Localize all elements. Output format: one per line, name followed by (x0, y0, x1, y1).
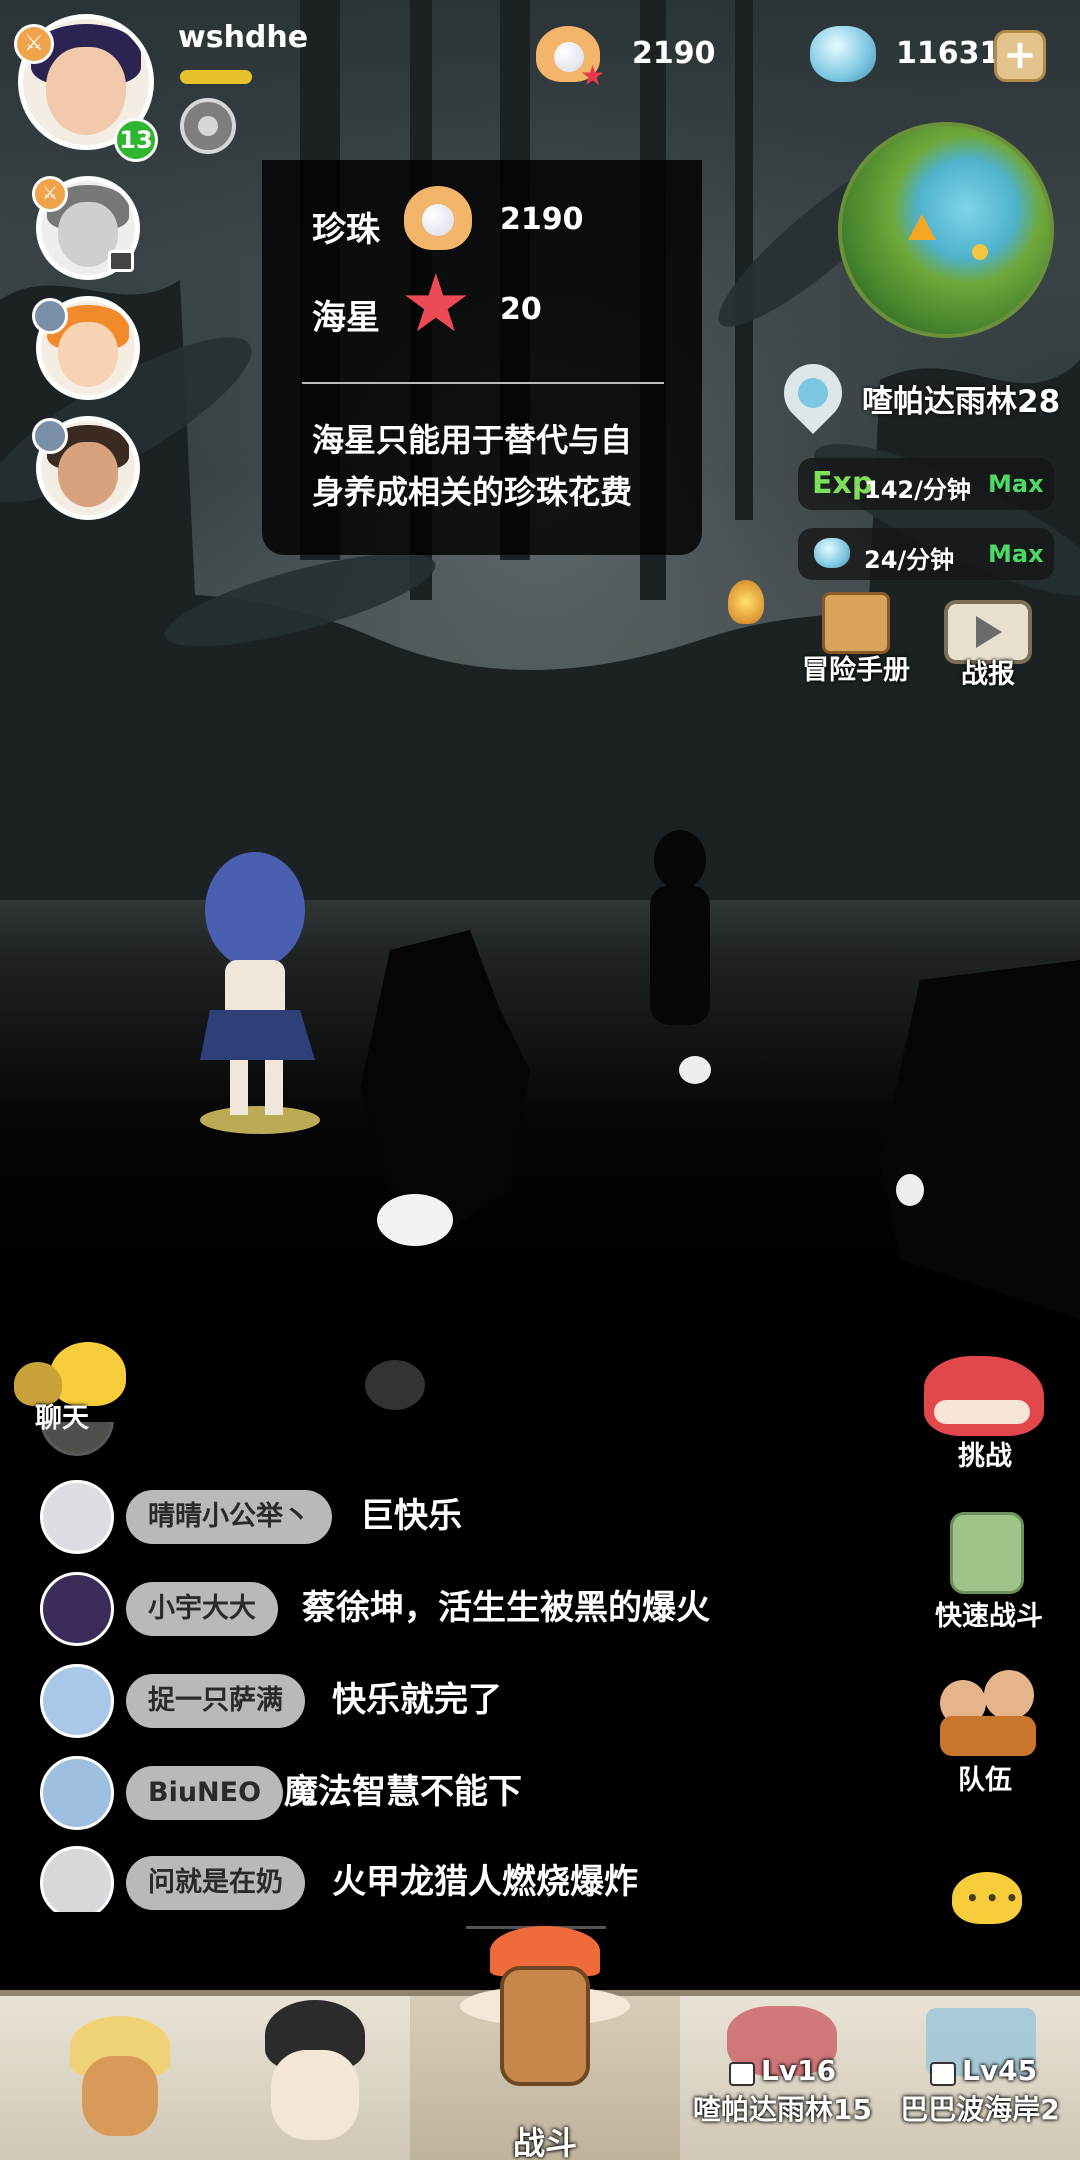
chat-avatar[interactable] (40, 1664, 114, 1738)
lock-icon (729, 2062, 755, 2086)
diamond-rate-value: 24/分钟 (864, 546, 955, 574)
chat-message-row: BiuNEO 魔法智慧不能下 (40, 1756, 900, 1836)
exp-rate-value: 142/分钟 (864, 476, 971, 504)
player-character[interactable] (180, 850, 340, 1140)
tiki-totem-icon (460, 1926, 630, 2116)
pearl-shell-icon[interactable]: ★ (536, 22, 606, 90)
chat-message-row: 捉一只萨满 快乐就完了 (40, 1664, 900, 1744)
chat-message-row: 问就是在奶 火甲龙猎人燃烧爆炸 (40, 1846, 900, 1912)
chat-text: 巨快乐 (360, 1496, 462, 1536)
chat-username[interactable]: 小宇大大 (126, 1582, 278, 1636)
pearl-shell-icon (404, 182, 476, 254)
chat-username[interactable]: 晴晴小公举丶 (126, 1490, 332, 1544)
pearl-count: 2190 (632, 36, 716, 71)
chat-message-row: 晴晴小公举丶 巨快乐 (40, 1480, 900, 1560)
chat-bubble-icon[interactable]: • • • (952, 1872, 1022, 1924)
diamond-rate-icon (814, 538, 850, 568)
shadow-ally-1 (360, 930, 530, 1246)
chat-avatar[interactable] (40, 1756, 114, 1830)
chat-username[interactable]: 捉一只萨满 (126, 1674, 305, 1728)
crossed-swords-icon: ⚔ (32, 176, 68, 212)
tooltip-description-line-1: 海星只能用于替代与自 (312, 421, 633, 459)
chat-username[interactable]: 问就是在奶 (126, 1856, 305, 1910)
chat-avatar[interactable] (40, 1572, 114, 1646)
battle-report-label: 战报 (961, 659, 1015, 690)
pearl-value: 2190 (500, 202, 584, 237)
currency-tooltip: 珍珠 2190 海星 ★ 20 海星只能用于替代与自 身养成相关的珍珠花费 (262, 160, 702, 555)
totem-icon (950, 1512, 1024, 1594)
shadow-fx-orb (365, 1360, 425, 1410)
starfish-icon: ★ (400, 257, 472, 350)
exp-max-label: Max (988, 470, 1044, 498)
tab-zone-locked-2[interactable]: Lv45 巴巴波海岸2 (880, 1996, 1080, 2160)
warrior-hero-icon (245, 2000, 385, 2150)
starfish-label: 海星 (312, 298, 380, 338)
chat-avatar[interactable] (40, 1846, 114, 1912)
quick-battle-button[interactable]: 快速战斗 (914, 1508, 1064, 1638)
handbook-icon (822, 592, 890, 654)
challenge-button[interactable]: 挑战 (910, 1346, 1060, 1476)
settings-gear-icon[interactable] (180, 98, 236, 154)
team-label: 队伍 (958, 1765, 1012, 1796)
challenge-label: 挑战 (958, 1441, 1012, 1472)
diamond-currency-icon[interactable] (810, 26, 876, 82)
tooltip-description-line-2: 身养成相关的珍珠花费 (312, 473, 633, 511)
crossed-swords-icon: ⚔ (14, 24, 54, 64)
chat-text: 火甲龙猎人燃烧爆炸 (332, 1862, 638, 1902)
diamond-max-label: Max (988, 540, 1044, 568)
tab-caveman-hero[interactable] (20, 1996, 220, 2160)
pearl-label: 珍珠 (312, 210, 380, 250)
cavemen-team-icon (940, 1670, 1036, 1758)
battle-report-button[interactable]: 战报 (928, 600, 1048, 694)
chat-text: 快乐就完了 (332, 1680, 502, 1720)
lock-icon (930, 2062, 956, 2086)
chat-text: 魔法智慧不能下 (284, 1772, 522, 1812)
handbook-label: 冒险手册 (802, 655, 910, 686)
minimap[interactable] (838, 122, 1054, 338)
tooltip-divider (302, 382, 664, 384)
battle-tab-label: 战斗 (512, 2124, 577, 2160)
map-node-icon (972, 244, 988, 260)
location-name: 喳帕达雨林28 (862, 384, 1061, 420)
bottom-navigation-bar: 战斗 Lv16 喳帕达雨林15 Lv45 巴巴波海岸2 (0, 1926, 1080, 2160)
game-scene: ⚔ 13 wshdhe ⚔ ★ 2190 11631 + 珍珠 2190 海星 (0, 0, 1080, 2160)
quick-battle-label: 快速战斗 (935, 1601, 1043, 1632)
zone1-name: 喳帕达雨林15 (693, 2093, 872, 2126)
shadow-ally-2 (650, 830, 711, 1084)
chat-toggle-button[interactable]: 聊天 (10, 1340, 130, 1434)
chat-message-row (40, 1422, 900, 1462)
caveman-hero-icon (60, 2016, 180, 2146)
diamond-count: 11631 (896, 36, 1001, 71)
map-marker-icon (908, 214, 936, 240)
chat-text: 蔡徐坤，活生生被黑的爆火 (302, 1588, 710, 1628)
chat-list[interactable]: 晴晴小公举丶 巨快乐 小宇大大 蔡徐坤，活生生被黑的爆火 捉一只萨满 快乐就完了… (0, 1422, 900, 1912)
chat-username[interactable]: BiuNEO (126, 1766, 284, 1820)
tab-battle[interactable]: 战斗 (410, 1926, 680, 2160)
ghost-status-icon (32, 418, 68, 454)
torch-icon (728, 580, 764, 624)
player-level-badge: 13 (114, 118, 158, 162)
screen-icon (108, 250, 134, 272)
zone2-level: Lv45 (962, 2054, 1038, 2087)
player-name: wshdhe (178, 20, 309, 55)
tab-warrior-hero[interactable] (225, 1996, 410, 2160)
exp-rate-panel: Exp 142/分钟 Max (798, 458, 1054, 510)
chat-message-row: 小宇大大 蔡徐坤，活生生被黑的爆火 (40, 1572, 900, 1652)
zone1-level: Lv16 (761, 2054, 837, 2087)
tab-zone-locked-1[interactable]: Lv16 喳帕达雨林15 (685, 1996, 880, 2160)
chat-avatar[interactable] (40, 1480, 114, 1554)
adventure-handbook-button[interactable]: 冒险手册 (796, 592, 916, 692)
player-exp-bar (180, 70, 252, 84)
chat-avatar (40, 1422, 114, 1456)
team-button[interactable]: 队伍 (910, 1670, 1060, 1800)
dinosaur-icon (924, 1356, 1044, 1436)
diamond-rate-panel: 24/分钟 Max (798, 528, 1054, 580)
shadow-enemy (880, 960, 1080, 1320)
ghost-status-icon (32, 298, 68, 334)
zone2-name: 巴巴波海岸2 (900, 2093, 1060, 2126)
starfish-value: 20 (500, 292, 542, 327)
plus-icon[interactable]: + (994, 30, 1046, 82)
